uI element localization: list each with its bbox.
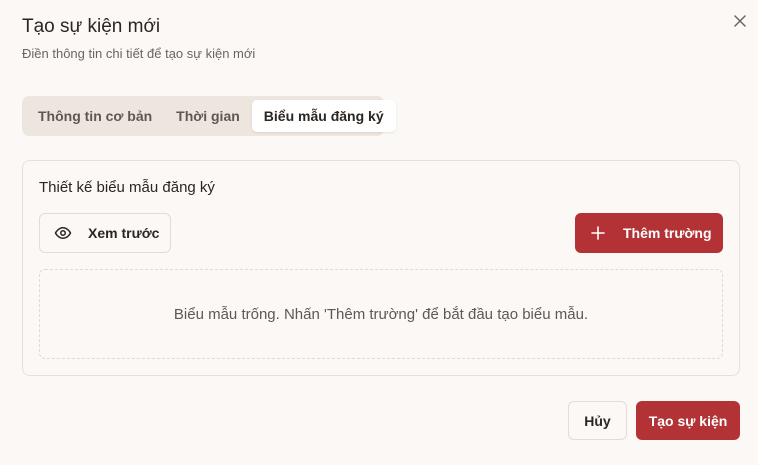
form-designer-card: Thiết kế biểu mẫu đăng ký Xem trước Thêm… bbox=[22, 160, 740, 376]
add-field-button[interactable]: Thêm trường bbox=[575, 213, 723, 253]
tab-time[interactable]: Thời gian bbox=[164, 100, 252, 132]
create-event-button[interactable]: Tạo sự kiện bbox=[636, 401, 740, 440]
add-field-label: Thêm trường bbox=[623, 225, 712, 241]
form-empty-state: Biểu mẫu trống. Nhấn 'Thêm trường' để bắ… bbox=[39, 269, 723, 359]
empty-message: Biểu mẫu trống. Nhấn 'Thêm trường' để bắ… bbox=[173, 305, 589, 323]
tab-list: Thông tin cơ bản Thời gian Biểu mẫu đăng… bbox=[22, 96, 396, 136]
plus-icon bbox=[591, 225, 607, 241]
cancel-button[interactable]: Hủy bbox=[568, 401, 627, 440]
preview-button[interactable]: Xem trước bbox=[39, 213, 171, 253]
preview-label: Xem trước bbox=[88, 225, 160, 241]
eye-icon bbox=[54, 223, 74, 243]
close-button[interactable] bbox=[729, 10, 751, 32]
tab-registration-form[interactable]: Biểu mẫu đăng ký bbox=[251, 100, 396, 132]
create-event-dialog: Tạo sự kiện mới Điền thông tin chi tiết … bbox=[0, 0, 758, 465]
dialog-title: Tạo sự kiện mới bbox=[22, 16, 161, 37]
close-icon bbox=[734, 15, 746, 27]
tab-basic-info[interactable]: Thông tin cơ bản bbox=[26, 100, 164, 132]
form-designer-title: Thiết kế biểu mẫu đăng ký bbox=[39, 179, 215, 196]
dialog-subtitle: Điền thông tin chi tiết để tạo sự kiện m… bbox=[22, 46, 256, 61]
